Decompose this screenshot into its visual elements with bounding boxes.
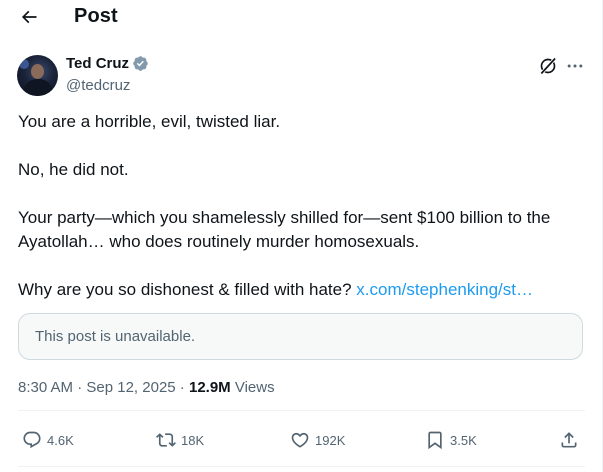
header: Post [0, 0, 600, 36]
post-meta: 8:30 AM · Sep 12, 2025 · 12.9M Views [18, 379, 275, 396]
post-date[interactable]: Sep 12, 2025 [86, 379, 175, 396]
bookmark-count: 3.5K [450, 432, 477, 448]
action-bar: 4.6K 18K 192K 3.5K [0, 427, 603, 453]
reply-button[interactable]: 4.6K [22, 427, 74, 453]
author-name[interactable]: Ted Cruz [66, 55, 129, 72]
post-line-2: No, he did not. [18, 160, 129, 179]
share-icon [561, 432, 577, 448]
post-line-1: You are a horrible, evil, twisted liar. [18, 112, 281, 131]
back-button[interactable] [14, 2, 44, 32]
repost-icon [156, 433, 176, 447]
back-arrow-icon [21, 10, 37, 24]
author-name-row[interactable]: Ted Cruz [66, 55, 149, 72]
views-count[interactable]: 12.9M [189, 379, 231, 396]
post-line-4-text: Why are you so dishonest & filled with h… [18, 280, 357, 299]
unavailable-text: This post is unavailable. [35, 328, 196, 345]
page-title: Post [74, 5, 118, 27]
divider [18, 410, 585, 411]
author-handle[interactable]: @tedcruz [66, 77, 130, 94]
post-link[interactable]: x.com/stephenking/st… [356, 280, 533, 299]
verified-badge-icon[interactable] [132, 55, 149, 72]
post-time[interactable]: 8:30 AM [18, 379, 73, 396]
reply-icon [23, 431, 41, 449]
like-count: 192K [315, 432, 346, 448]
more-icon[interactable] [565, 56, 585, 76]
post-page: Post Ted Cruz @tedcruz You are a horribl… [0, 0, 603, 472]
post-line-3: Your party—which you shamelessly shilled… [18, 208, 551, 251]
views-label[interactable]: Views [231, 379, 275, 396]
share-button[interactable] [559, 427, 579, 453]
quoted-post-unavailable: This post is unavailable. [18, 313, 583, 360]
repost-count: 18K [181, 432, 205, 448]
avatar[interactable] [17, 55, 58, 96]
like-button[interactable]: 192K [290, 427, 345, 453]
like-icon [291, 432, 309, 448]
bookmark-icon [428, 431, 442, 450]
bookmark-button[interactable]: 3.5K [425, 427, 477, 453]
post-line-4: Why are you so dishonest & filled with h… [18, 278, 533, 302]
grok-icon[interactable] [538, 56, 558, 76]
meta-separator: · [73, 379, 87, 396]
reply-count: 4.6K [47, 432, 74, 448]
meta-separator-2: · [175, 379, 189, 396]
repost-button[interactable]: 18K [156, 427, 204, 453]
bottom-divider [18, 466, 585, 467]
